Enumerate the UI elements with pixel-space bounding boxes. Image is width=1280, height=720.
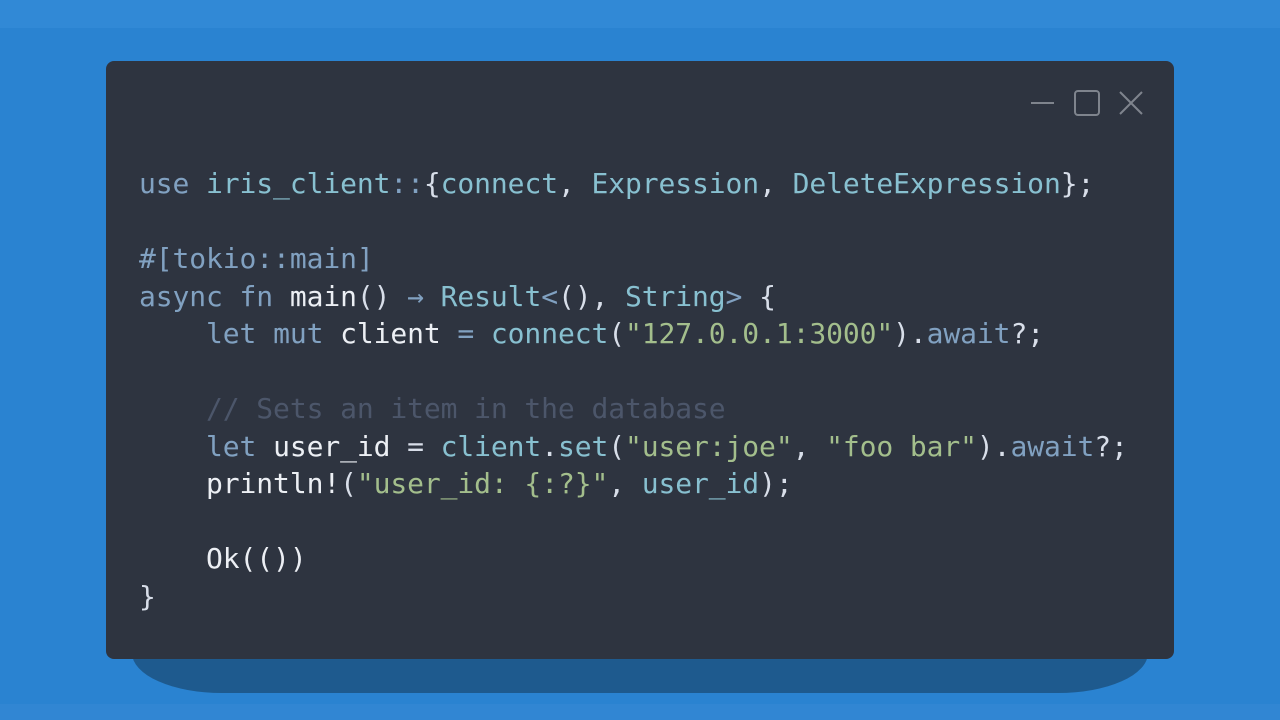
- code-line: // Sets an item in the database: [139, 390, 1128, 428]
- code-token: user_id: [273, 429, 408, 463]
- code-token: mut: [273, 317, 341, 350]
- code-token: "user:joe": [625, 429, 793, 463]
- minimize-icon: [1031, 102, 1054, 104]
- code-token: (),: [557, 279, 625, 313]
- minimize-button[interactable]: [1030, 90, 1056, 116]
- code-token: .: [541, 429, 558, 463]
- code-token: (: [340, 467, 357, 500]
- code-token: "127.0.0.1:3000": [625, 317, 894, 350]
- code-token: <: [541, 279, 558, 313]
- code-token: await: [1010, 429, 1095, 463]
- code-token: user_id: [641, 467, 760, 500]
- code-token: set: [557, 429, 609, 463]
- code-token: client: [440, 429, 542, 463]
- code-line: let mut client = connect("127.0.0.1:3000…: [139, 315, 1128, 353]
- code-token: println!: [139, 467, 341, 500]
- code-window: use iris_client::{connect, Expression, D…: [106, 61, 1174, 659]
- code-token: ::: [390, 167, 424, 200]
- code-token: Result: [440, 279, 542, 313]
- code-line: #[tokio::main]: [139, 240, 1128, 278]
- code-token: };: [1060, 167, 1095, 200]
- code-token: ).: [976, 429, 1011, 463]
- code-token: fn: [239, 279, 290, 313]
- code-token: let: [139, 317, 274, 350]
- code-token: String: [625, 279, 726, 313]
- code-line: Ok(()): [139, 540, 1128, 578]
- code-line: let user_id = client.set("user:joe", "fo…: [139, 428, 1128, 466]
- code-token: →: [407, 279, 441, 313]
- code-token: ,: [608, 467, 642, 500]
- background-band: [0, 0, 1280, 28]
- code-line: println!("user_id: {:?}", user_id);: [139, 465, 1128, 503]
- code-token: ,: [792, 429, 827, 463]
- code-token: =: [457, 317, 491, 350]
- code-token: connect: [490, 317, 609, 350]
- code-token: use: [139, 167, 207, 200]
- code-token: let: [139, 429, 274, 463]
- code-token: client: [340, 317, 458, 350]
- code-token: "user_id: {:?}": [356, 467, 609, 500]
- maximize-button[interactable]: [1074, 90, 1100, 116]
- code-token: ?;: [1094, 429, 1128, 463]
- code-block: use iris_client::{connect, Expression, D…: [139, 165, 1128, 615]
- code-token: Expression: [591, 167, 760, 200]
- code-token: >: [725, 279, 760, 313]
- code-token: ?;: [1010, 317, 1044, 350]
- code-token: {: [423, 167, 441, 200]
- close-icon: [1119, 91, 1143, 115]
- code-token: (: [608, 429, 625, 463]
- code-token: Ok(()): [139, 542, 307, 575]
- code-token: DeleteExpression: [792, 167, 1061, 200]
- code-token: await: [926, 317, 1011, 350]
- code-token: }: [139, 579, 156, 613]
- code-line: }: [139, 578, 1128, 616]
- code-line: use iris_client::{connect, Expression, D…: [139, 165, 1128, 203]
- code-token: connect: [440, 167, 558, 200]
- code-token: {: [759, 279, 776, 313]
- code-token: main: [289, 279, 357, 313]
- code-token: async: [139, 279, 240, 313]
- code-token: ,: [557, 167, 592, 200]
- code-token: );: [759, 467, 793, 500]
- code-token: iris_client: [206, 167, 391, 200]
- window-controls: [1030, 90, 1144, 116]
- code-token: =: [407, 429, 441, 463]
- code-token: (: [608, 317, 625, 350]
- code-token: (): [356, 279, 408, 313]
- code-line: async fn main() → Result<(), String> {: [139, 278, 1128, 316]
- code-token: // Sets an item in the database: [139, 392, 726, 425]
- maximize-icon: [1074, 90, 1100, 116]
- code-token: ).: [893, 317, 927, 350]
- background-band: [0, 704, 1280, 720]
- close-button[interactable]: [1118, 90, 1144, 116]
- code-token: "foo bar": [826, 429, 977, 463]
- code-token: ,: [759, 167, 793, 200]
- code-token: #[tokio::main]: [139, 242, 374, 275]
